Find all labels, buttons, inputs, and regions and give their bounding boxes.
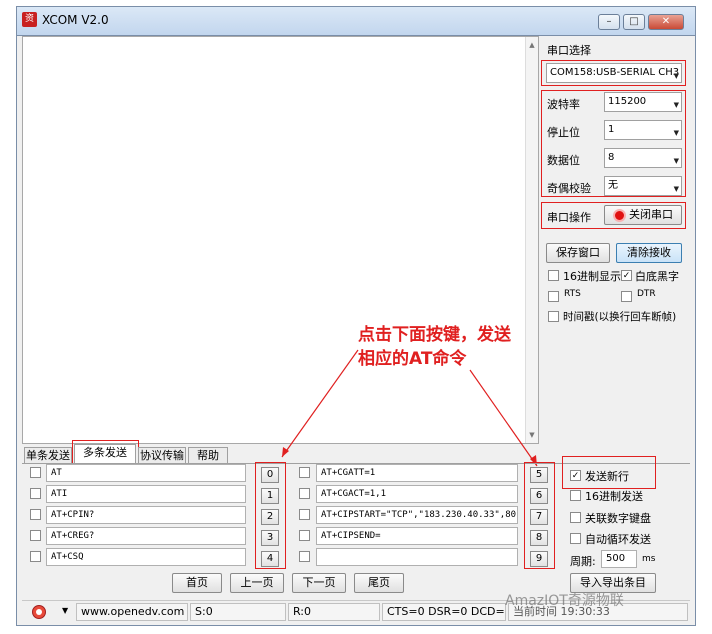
arrow-line-left: [281, 349, 359, 458]
command-field-5[interactable]: AT+CGATT=1: [316, 464, 518, 482]
command-checkbox-8[interactable]: [299, 530, 310, 541]
command-field-9[interactable]: [316, 548, 518, 566]
command-field-7[interactable]: AT+CIPSTART="TCP","183.230.40.33",80: [316, 506, 518, 524]
tab-protocol[interactable]: 协议传输: [138, 447, 186, 463]
numeric-keypad-checkbox[interactable]: [570, 512, 581, 523]
command-checkbox-9[interactable]: [299, 551, 310, 562]
tab-single-send[interactable]: 单条发送: [24, 447, 72, 463]
command-field-2[interactable]: AT+CPIN?: [46, 506, 246, 524]
send-newline-checkbox[interactable]: ✓: [570, 470, 581, 481]
hex-send-checkbox[interactable]: [570, 490, 581, 501]
send-newline-label: 发送新行: [585, 470, 629, 483]
hex-send-label: 16进制发送: [585, 490, 643, 503]
received-count: R:0: [288, 603, 380, 621]
left-buttons-highlight: [255, 462, 286, 569]
command-checkbox-2[interactable]: [30, 509, 41, 520]
command-field-4[interactable]: AT+CSQ: [46, 548, 246, 566]
command-field-6[interactable]: AT+CGACT=1,1: [316, 485, 518, 503]
tab-help[interactable]: 帮助: [188, 447, 228, 463]
command-checkbox-1[interactable]: [30, 488, 41, 499]
auto-loop-checkbox[interactable]: [570, 533, 581, 544]
command-field-3[interactable]: AT+CREG?: [46, 527, 246, 545]
command-checkbox-3[interactable]: [30, 530, 41, 541]
command-field-0[interactable]: AT: [46, 464, 246, 482]
signal-status: CTS=0 DSR=0 DCD=0: [382, 603, 506, 621]
prev-page-button[interactable]: 上一页: [230, 573, 284, 593]
dropdown-arrow-icon[interactable]: ▼: [62, 606, 68, 615]
first-page-button[interactable]: 首页: [172, 573, 222, 593]
auto-loop-label: 自动循环发送: [585, 533, 651, 546]
settings-gear-icon[interactable]: [32, 605, 46, 619]
last-page-button[interactable]: 尾页: [354, 573, 404, 593]
period-unit: ms: [642, 554, 656, 564]
sent-count: S:0: [190, 603, 286, 621]
command-checkbox-6[interactable]: [299, 488, 310, 499]
multi-send-tab-highlight: [72, 440, 139, 465]
command-checkbox-4[interactable]: [30, 551, 41, 562]
command-checkbox-7[interactable]: [299, 509, 310, 520]
command-field-1[interactable]: ATI: [46, 485, 246, 503]
command-field-8[interactable]: AT+CIPSEND=: [316, 527, 518, 545]
watermark: AmazIOT奇源物联: [505, 593, 624, 609]
website-link[interactable]: www.openedv.com: [76, 603, 188, 621]
numeric-keypad-label: 关联数字键盘: [585, 512, 651, 525]
arrow-line-right: [469, 369, 538, 467]
period-input[interactable]: 500: [601, 550, 637, 568]
next-page-button[interactable]: 下一页: [292, 573, 346, 593]
gear-center: [36, 609, 42, 615]
period-label: 周期:: [570, 555, 596, 568]
right-buttons-highlight: [524, 462, 555, 569]
command-checkbox-5[interactable]: [299, 467, 310, 478]
command-checkbox-0[interactable]: [30, 467, 41, 478]
